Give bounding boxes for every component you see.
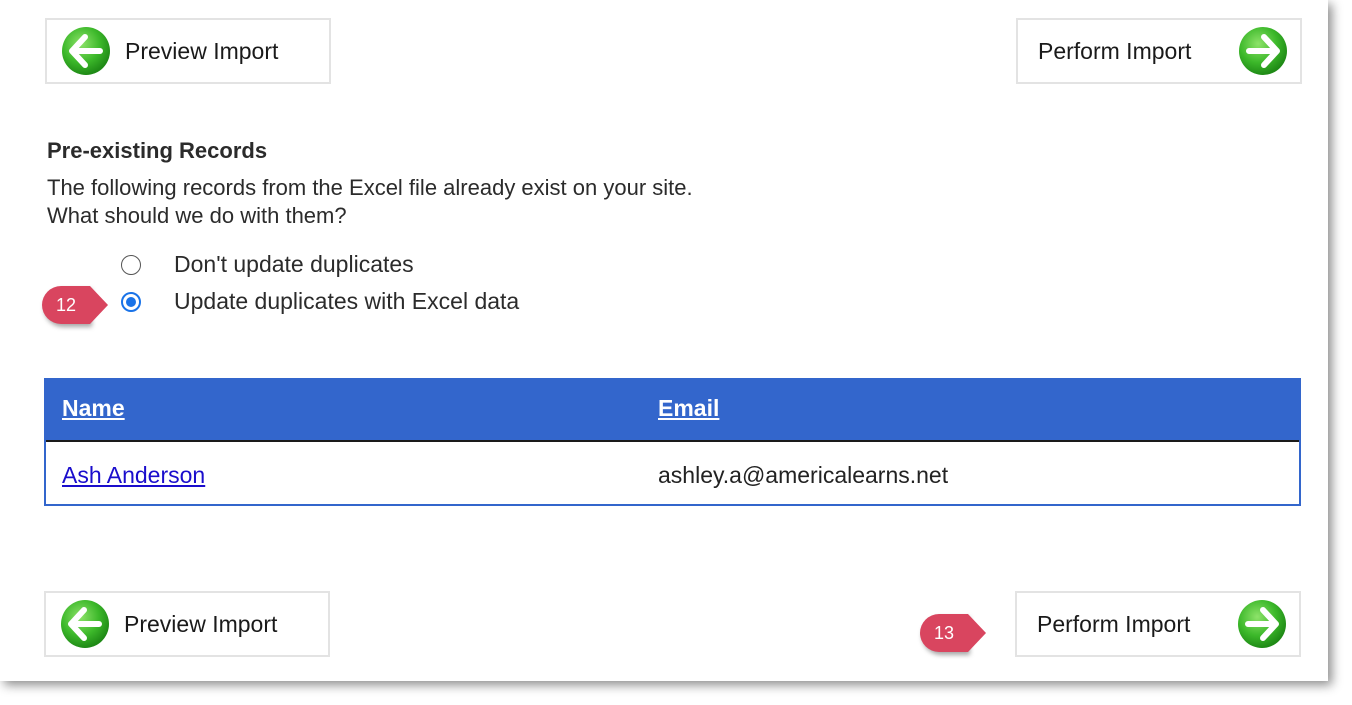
description-line-2: What should we do with them? bbox=[47, 203, 347, 228]
import-panel: Preview Import Perform Import Pre-existi… bbox=[0, 0, 1328, 681]
preview-import-button-bottom[interactable]: Preview Import bbox=[44, 591, 330, 657]
perform-import-label: Perform Import bbox=[1037, 610, 1191, 637]
perform-import-label: Perform Import bbox=[1038, 37, 1192, 64]
preview-import-label: Preview Import bbox=[124, 610, 278, 637]
radio-button-selected[interactable] bbox=[121, 291, 141, 312]
preview-import-label: Preview Import bbox=[125, 37, 279, 64]
preview-import-button[interactable]: Preview Import bbox=[45, 18, 331, 84]
description-line-1: The following records from the Excel fil… bbox=[47, 175, 693, 200]
table-row: Ash Anderson ashley.a@americalearns.net bbox=[46, 442, 1299, 506]
column-header-name[interactable]: Name bbox=[62, 395, 125, 422]
perform-import-button-bottom[interactable]: Perform Import bbox=[1015, 591, 1301, 657]
record-name-link[interactable]: Ash Anderson bbox=[62, 462, 205, 489]
column-header-email[interactable]: Email bbox=[658, 395, 719, 422]
section-description: The following records from the Excel fil… bbox=[47, 174, 693, 230]
step-badge-13: 13 bbox=[920, 614, 986, 652]
radio-button[interactable] bbox=[121, 254, 141, 275]
radio-label: Don't update duplicates bbox=[174, 251, 414, 277]
arrow-left-circle-icon bbox=[60, 599, 110, 649]
arrow-left-circle-icon bbox=[61, 26, 111, 76]
radio-label: Update duplicates with Excel data bbox=[174, 288, 520, 314]
perform-import-button[interactable]: Perform Import bbox=[1016, 18, 1302, 84]
radio-update-duplicates[interactable]: Update duplicates with Excel data bbox=[121, 288, 519, 315]
record-email: ashley.a@americalearns.net bbox=[658, 462, 949, 488]
duplicates-table: Name Email Ash Anderson ashley.a@america… bbox=[44, 378, 1301, 506]
arrow-right-circle-icon bbox=[1238, 26, 1288, 76]
step-badge-12: 12 bbox=[42, 286, 108, 324]
radio-dont-update-duplicates[interactable]: Don't update duplicates bbox=[121, 251, 414, 278]
arrow-right-circle-icon bbox=[1237, 599, 1287, 649]
section-title: Pre-existing Records bbox=[47, 138, 268, 163]
table-header: Name Email bbox=[46, 380, 1299, 442]
